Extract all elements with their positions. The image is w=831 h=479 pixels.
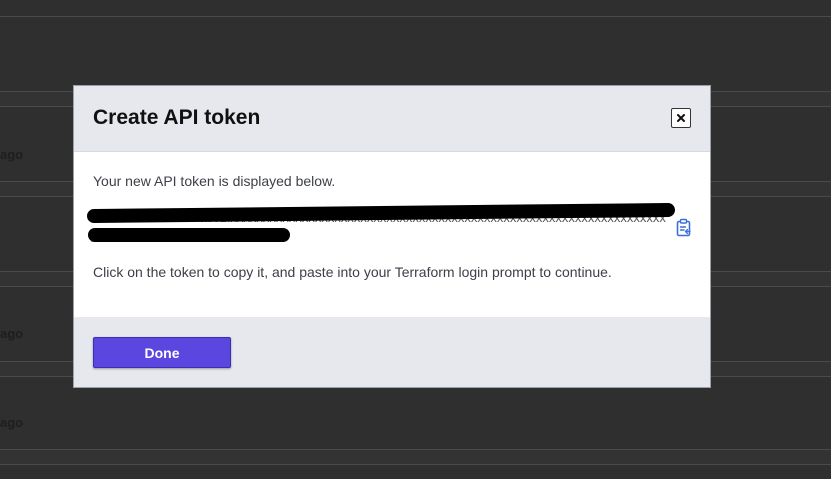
redaction-mark [88, 228, 290, 242]
row-time-label: ago [0, 326, 24, 341]
close-icon [677, 114, 685, 122]
list-item [0, 464, 831, 479]
row-time-label: ago [0, 415, 24, 430]
dialog-title: Create API token [93, 106, 261, 129]
done-button[interactable]: Done [93, 337, 231, 368]
intro-text: Your new API token is displayed below. [93, 173, 336, 189]
instructions-text: Click on the token to copy it, and paste… [93, 264, 612, 280]
create-api-token-dialog: Create API token Your new API token is d… [73, 85, 711, 388]
clipboard-icon [676, 218, 691, 237]
api-token-value[interactable]: xxxxxxxxxxxxxx.atlasv1.xxxxxxxxxxxxxxxxx… [86, 200, 687, 246]
dialog-footer: Done [74, 317, 710, 387]
copy-token-button[interactable] [675, 218, 693, 238]
list-item [0, 16, 831, 92]
dialog-header: Create API token [74, 86, 710, 152]
dialog-body: Your new API token is displayed below. x… [74, 152, 710, 317]
close-button[interactable] [671, 108, 691, 128]
row-time-label: ago [0, 147, 24, 162]
